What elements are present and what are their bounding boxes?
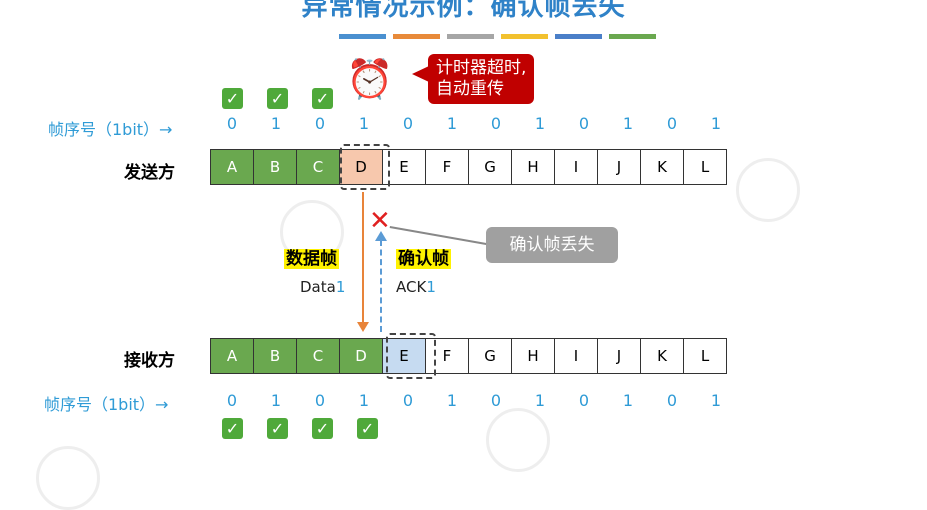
sender-frame-cell: I	[554, 149, 598, 185]
sender-seq-number: 0	[490, 114, 502, 133]
receiver-seq-number: 0	[402, 391, 414, 410]
alarm-clock-icon: ⏰	[346, 57, 394, 101]
sender-label: 发送方	[124, 163, 175, 183]
receiver-seq-number: 0	[490, 391, 502, 410]
sender-frame-cell: B	[253, 149, 297, 185]
lost-x-icon: ✕	[369, 206, 391, 236]
sender-seq-number: 0	[666, 114, 678, 133]
color-bar-segment	[555, 34, 602, 39]
receiver-seq-number: 1	[534, 391, 546, 410]
sender-seq-number: 1	[622, 114, 634, 133]
receiver-seq-number: 0	[578, 391, 590, 410]
receiver-check-icon: ✓	[267, 418, 288, 439]
sender-seq-number: 1	[270, 114, 282, 133]
sender-seq-number: 1	[358, 114, 370, 133]
sender-seq-number: 1	[446, 114, 458, 133]
data-frame-arrow-line	[362, 192, 364, 324]
sender-check-icon: ✓	[267, 88, 288, 109]
receiver-seq-numbers: 0 1 0 1 0 1 0 1 0 1 0 1	[210, 391, 738, 410]
receiver-seq-number: 1	[446, 391, 458, 410]
sender-frame-cell: A	[210, 149, 254, 185]
color-bar-segment	[501, 34, 548, 39]
sender-seq-number: 0	[226, 114, 238, 133]
receiver-check-icon: ✓	[357, 418, 378, 439]
sender-seq-number: 1	[710, 114, 722, 133]
data-frame-name: Data1	[300, 278, 346, 296]
receiver-label: 接收方	[124, 351, 175, 371]
sender-current-frame-highlight	[340, 144, 390, 190]
receiver-frame-window: ABCDEFGHIJKL	[210, 338, 727, 374]
ack-frame-label: 确认帧	[396, 249, 451, 269]
callout-pointer	[412, 66, 429, 82]
data-frame-arrow-head	[357, 322, 369, 332]
timer-callout-line1: 计时器超时,	[436, 58, 527, 78]
color-bar-segment	[447, 34, 494, 39]
sender-check-icon: ✓	[312, 88, 333, 109]
receiver-seq-number: 0	[314, 391, 326, 410]
sender-frame-cell: C	[296, 149, 340, 185]
sender-seq-number: 0	[314, 114, 326, 133]
lost-callout-pointer	[389, 226, 489, 246]
watermark-logo	[36, 446, 100, 510]
receiver-frame-cell: C	[296, 338, 340, 374]
watermark-logo	[736, 158, 800, 222]
receiver-frame-cell: I	[554, 338, 598, 374]
data-frame-label: 数据帧	[284, 249, 339, 269]
receiver-seq-number: 1	[622, 391, 634, 410]
receiver-seq-number: 0	[666, 391, 678, 410]
sender-seq-number: 1	[534, 114, 546, 133]
timer-callout-line2: 自动重传	[436, 79, 504, 99]
sender-check-icon: ✓	[222, 88, 243, 109]
receiver-frame-cell: K	[640, 338, 684, 374]
sender-seq-number: 0	[402, 114, 414, 133]
receiver-frame-cell: J	[597, 338, 641, 374]
watermark-logo	[486, 408, 550, 472]
color-bar-segment	[339, 34, 386, 39]
receiver-frame-cell: G	[468, 338, 512, 374]
sender-frame-cell: H	[511, 149, 555, 185]
receiver-frame-cell: A	[210, 338, 254, 374]
receiver-seq-number: 1	[358, 391, 370, 410]
receiver-check-icon: ✓	[222, 418, 243, 439]
ack-lost-callout: 确认帧丢失	[486, 227, 618, 263]
receiver-frame-cell: H	[511, 338, 555, 374]
sender-frame-cell: K	[640, 149, 684, 185]
sender-frame-cell: G	[468, 149, 512, 185]
color-bar-segment	[393, 34, 440, 39]
sender-frame-cell: F	[425, 149, 469, 185]
sender-frame-cell: L	[683, 149, 727, 185]
sender-frame-window: ABCDEFGHIJKL	[210, 149, 727, 185]
color-bar-segment	[609, 34, 656, 39]
timer-timeout-callout: 计时器超时, 自动重传	[428, 54, 535, 104]
receiver-expected-frame-highlight	[386, 333, 436, 379]
sender-seq-number: 0	[578, 114, 590, 133]
receiver-seq-number: 1	[710, 391, 722, 410]
sender-seq-numbers: 0 1 0 1 0 1 0 1 0 1 0 1	[210, 114, 738, 133]
sender-seq-label: 帧序号（1bit）→	[48, 120, 173, 139]
receiver-seq-number: 1	[270, 391, 282, 410]
receiver-frame-cell: L	[683, 338, 727, 374]
ack-frame-arrow-line	[380, 240, 382, 332]
ack-frame-name: ACK1	[396, 278, 436, 296]
receiver-seq-label: 帧序号（1bit）→	[44, 395, 169, 414]
sender-frame-cell: J	[597, 149, 641, 185]
page-title: 异常情况示例：确认帧丢失	[301, 0, 626, 22]
receiver-seq-number: 0	[226, 391, 238, 410]
receiver-check-icon: ✓	[312, 418, 333, 439]
receiver-frame-cell: D	[339, 338, 383, 374]
receiver-frame-cell: B	[253, 338, 297, 374]
